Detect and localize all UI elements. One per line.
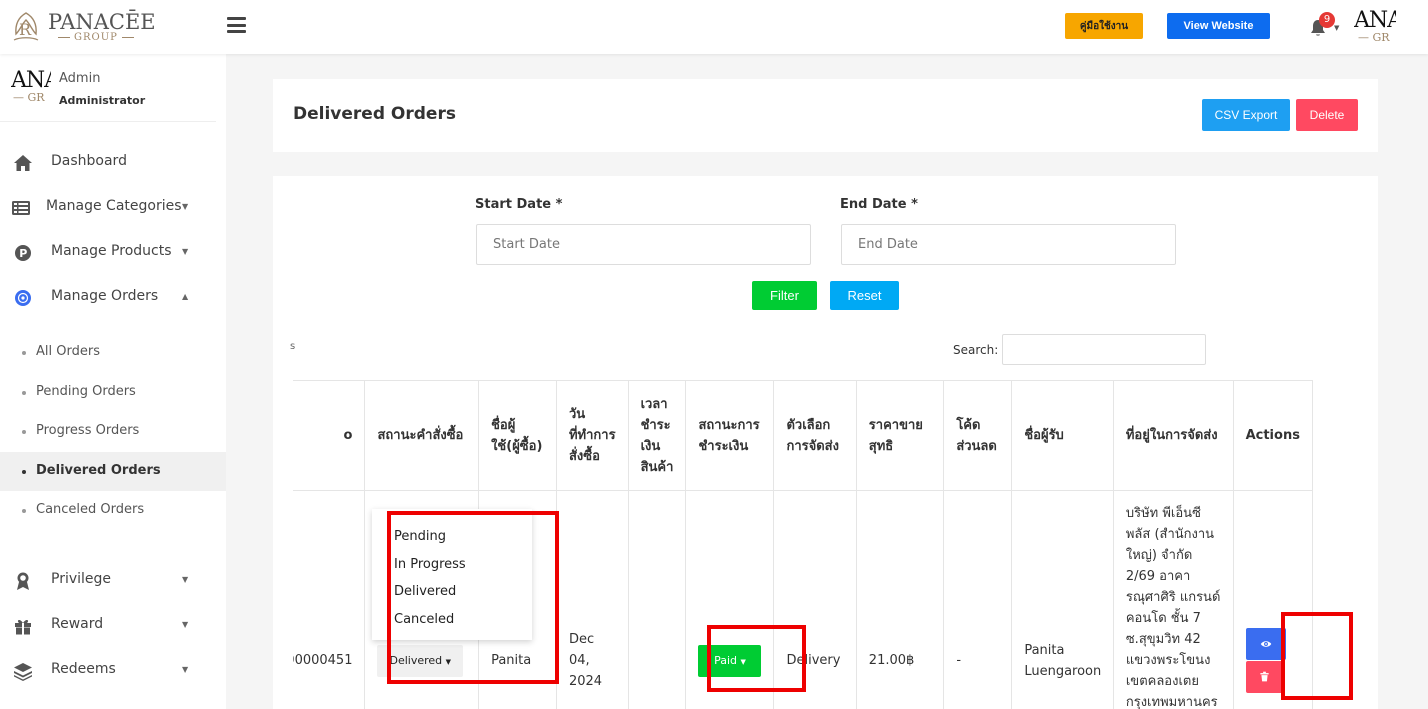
reset-button[interactable]: Reset — [830, 281, 899, 310]
view-website-button[interactable]: View Website — [1167, 13, 1270, 39]
sidebar: ANA — GR Admin Administrator Dashboard M… — [0, 54, 226, 709]
sidebar-item-orders[interactable]: Manage Orders ▲ — [0, 278, 226, 318]
sidebar-item-canceled-orders[interactable]: Canceled Orders — [0, 491, 226, 530]
caret-down-icon: ▼ — [445, 657, 452, 666]
shipping-option: Delivery — [773, 490, 857, 709]
search-label: Search: — [953, 343, 999, 357]
user-role: Administrator — [59, 94, 146, 107]
avatar[interactable]: ANA — GR — [1354, 10, 1396, 46]
home-icon — [14, 155, 32, 171]
filter-button[interactable]: Filter — [752, 281, 817, 310]
shipping-address: บริษัท พีเอ็นซี พลัส (สำนักงานใหญ่) จำกั… — [1112, 490, 1234, 709]
page-title: Delivered Orders — [293, 104, 456, 124]
chevron-up-icon: ▲ — [182, 292, 189, 301]
sidebar-item-reward[interactable]: Reward ▼ — [0, 606, 226, 646]
net-price: 21.00฿ — [855, 490, 945, 709]
user-profile: ANA — GR Admin Administrator — [0, 54, 216, 122]
sidebar-item-progress-orders[interactable]: Progress Orders — [0, 412, 226, 451]
csv-export-button[interactable]: CSV Export — [1202, 99, 1290, 131]
view-order-button[interactable] — [1245, 628, 1286, 661]
manual-button[interactable]: คู่มือใช้งาน — [1065, 13, 1143, 39]
user-avatar: ANA — GR — [11, 70, 51, 104]
status-option-in-progress[interactable]: In Progress — [394, 557, 466, 572]
user-name: Admin — [59, 71, 101, 86]
list-icon — [12, 201, 30, 215]
col-actions: Actions — [1232, 380, 1314, 491]
col-net-price[interactable]: ราคาขายสุทธิ — [855, 380, 945, 491]
chevron-down-icon: ▼ — [182, 665, 189, 674]
chevron-down-icon: ▼ — [182, 620, 189, 629]
payment-status-dropdown[interactable]: Paid ▼ — [698, 644, 762, 677]
orders-card: Start Date * End Date * Filter Reset s S… — [273, 176, 1378, 709]
brand-logo[interactable]: R PANACĒE GROUP — [10, 8, 156, 46]
col-payment-time[interactable]: เวลาชำระเงินสินค้า — [627, 380, 687, 491]
actions-cell — [1232, 490, 1314, 709]
trash-icon — [1259, 671, 1269, 682]
search-input[interactable] — [1002, 334, 1206, 365]
page-header-card: Delivered Orders CSV Export Delete — [273, 79, 1378, 152]
col-order-no[interactable]: o — [293, 380, 366, 491]
brand-crest-icon: R — [13, 12, 39, 41]
chevron-down-icon: ▼ — [182, 202, 189, 211]
status-option-pending[interactable]: Pending — [394, 529, 446, 544]
end-date-label: End Date * — [840, 197, 918, 212]
top-header: R PANACĒE GROUP คู่มือใช้งาน View Websit… — [0, 0, 1428, 54]
sidebar-item-dashboard[interactable]: Dashboard — [0, 143, 226, 183]
order-status-menu: Pending In Progress Delivered Canceled — [372, 509, 532, 640]
order-number: 000000451 — [293, 490, 366, 709]
eye-icon — [1260, 641, 1271, 648]
payment-time — [627, 490, 687, 709]
status-option-canceled[interactable]: Canceled — [394, 612, 454, 627]
sidebar-item-pending-orders[interactable]: Pending Orders — [0, 373, 226, 412]
order-status-dropdown[interactable]: Delivered ▼ — [377, 644, 464, 677]
start-date-input[interactable] — [476, 224, 811, 265]
gift-icon — [15, 619, 31, 635]
col-payment-status[interactable]: สถานะการชำระเงิน — [685, 380, 775, 491]
end-date-input[interactable] — [841, 224, 1176, 265]
sidebar-item-redeems[interactable]: Redeems ▼ — [0, 651, 226, 691]
orders-icon — [15, 290, 31, 306]
col-order-date[interactable]: วันที่ทำการสั่งซื้อ — [555, 380, 629, 491]
payment-status-cell: Paid ▼ — [685, 490, 775, 709]
col-order-status[interactable]: สถานะคำสั่งซื้อ — [364, 380, 480, 491]
col-discount-code[interactable]: โค้ดส่วนลด — [943, 380, 1013, 491]
entries-label-fragment: s — [290, 341, 296, 352]
sidebar-item-products[interactable]: P Manage Products ▼ — [0, 233, 226, 273]
start-date-label: Start Date * — [475, 197, 563, 212]
col-recipient[interactable]: ชื่อผู้รับ — [1011, 380, 1114, 491]
brand-name: PANACĒE — [48, 10, 156, 34]
brand-sub: GROUP — [54, 32, 138, 43]
col-address[interactable]: ที่อยู่ในการจัดส่ง — [1112, 380, 1234, 491]
layers-icon — [14, 663, 32, 681]
delete-order-button[interactable] — [1245, 661, 1283, 694]
col-shipping-option[interactable]: ตัวเลือกการจัดส่ง — [773, 380, 857, 491]
privilege-icon — [17, 572, 29, 590]
chevron-down-icon[interactable]: ▼ — [1334, 24, 1339, 32]
sidebar-item-delivered-orders[interactable]: Delivered Orders — [0, 452, 226, 491]
product-icon: P — [15, 245, 31, 261]
order-date: Dec 04, 2024 — [555, 490, 629, 709]
col-buyer[interactable]: ชื่อผู้ใช้(ผู้ซื้อ) — [478, 380, 557, 491]
sidebar-item-categories[interactable]: Manage Categories ▼ — [0, 188, 226, 228]
chevron-down-icon: ▼ — [182, 247, 189, 256]
recipient-name: Panita Luengaroon — [1011, 490, 1114, 709]
discount-code: - — [943, 490, 1013, 709]
status-option-delivered[interactable]: Delivered — [394, 584, 456, 599]
svg-text:R: R — [19, 20, 32, 39]
caret-down-icon: ▼ — [740, 657, 746, 666]
table-header-row: o สถานะคำสั่งซื้อ ชื่อผู้ใช้(ผู้ซื้อ) วั… — [293, 380, 1314, 491]
notification-badge: 9 — [1319, 12, 1335, 28]
svg-text:P: P — [19, 247, 27, 260]
delete-button[interactable]: Delete — [1296, 99, 1358, 131]
sidebar-item-privilege[interactable]: Privilege ▼ — [0, 561, 226, 601]
chevron-down-icon: ▼ — [182, 575, 189, 584]
sidebar-item-all-orders[interactable]: All Orders — [0, 333, 226, 372]
menu-toggle-icon[interactable] — [227, 17, 246, 33]
